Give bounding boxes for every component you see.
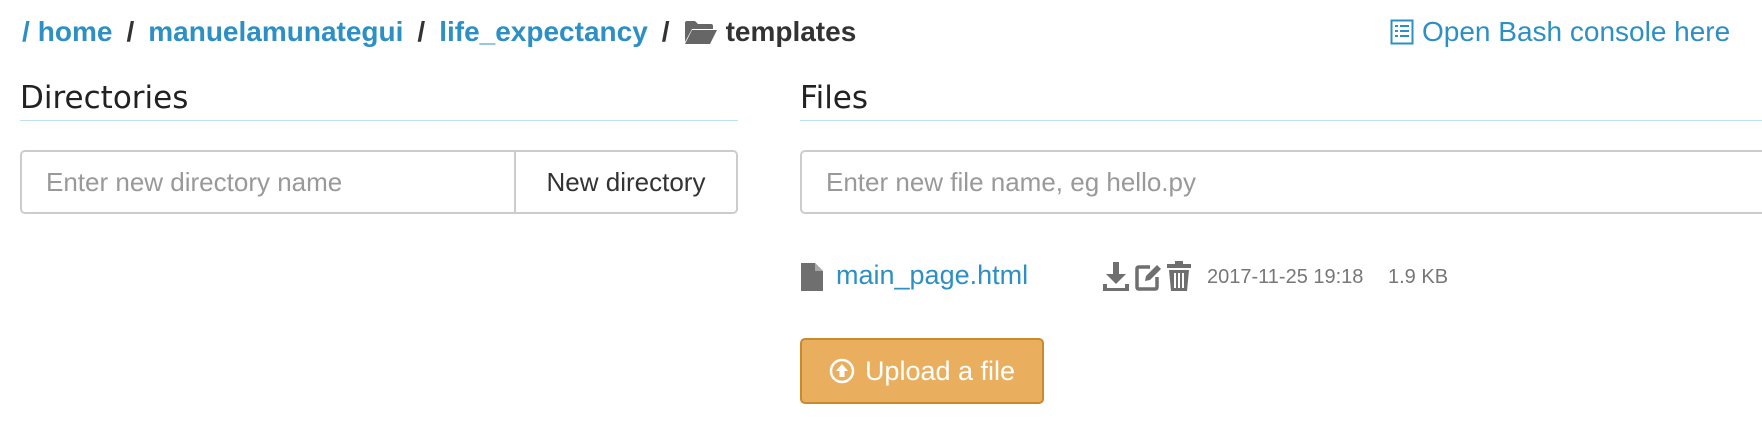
delete-button[interactable] (1166, 260, 1192, 297)
folder-open-icon (684, 21, 717, 44)
files-title: Files (800, 80, 869, 116)
file-size: 1.9 KB (1388, 266, 1449, 288)
edit-button[interactable] (1134, 260, 1162, 297)
open-bash-console-label: Open Bash console here (1422, 16, 1731, 47)
breadcrumb-current: templates (684, 16, 857, 48)
breadcrumb-separator: / (126, 16, 135, 47)
file-browser-page: / home / manuelamunategui / life_expecta… (0, 0, 1762, 434)
new-directory-button[interactable]: New directory (514, 152, 736, 212)
trash-icon (1167, 261, 1191, 291)
upload-circle-icon (829, 358, 855, 384)
edit-icon (1135, 265, 1161, 291)
file-name-link[interactable]: main_page.html (836, 260, 1028, 291)
list-icon (1390, 19, 1414, 45)
breadcrumb-link-user[interactable]: manuelamunategui (148, 16, 403, 48)
new-file-input[interactable] (800, 150, 1762, 214)
breadcrumb-link-project[interactable]: life_expectancy (439, 16, 648, 48)
breadcrumb-root-separator: / (22, 16, 30, 47)
download-button[interactable] (1102, 260, 1130, 297)
directories-title: Directories (20, 80, 189, 116)
file-modified-date: 2017-11-25 19:18 (1207, 266, 1364, 288)
upload-file-button[interactable]: Upload a file (800, 338, 1044, 404)
open-bash-console-link[interactable]: Open Bash console here (1390, 12, 1730, 52)
directories-divider (20, 120, 738, 121)
breadcrumb-separator: / (661, 16, 670, 47)
breadcrumb-separator: / (417, 16, 426, 47)
breadcrumb: / home / manuelamunategui / life_expecta… (22, 10, 856, 54)
download-icon (1103, 262, 1129, 291)
file-list-item: main_page.html 2017-11-25 19:18 1.9 KB (800, 256, 1560, 300)
upload-file-label: Upload a file (864, 355, 1016, 386)
new-directory-input[interactable] (22, 152, 514, 212)
breadcrumb-link-home[interactable]: home (38, 16, 113, 48)
file-icon (801, 263, 823, 291)
files-divider (800, 120, 1762, 121)
new-directory-form: New directory (20, 150, 738, 214)
breadcrumb-current-label: templates (725, 16, 857, 47)
